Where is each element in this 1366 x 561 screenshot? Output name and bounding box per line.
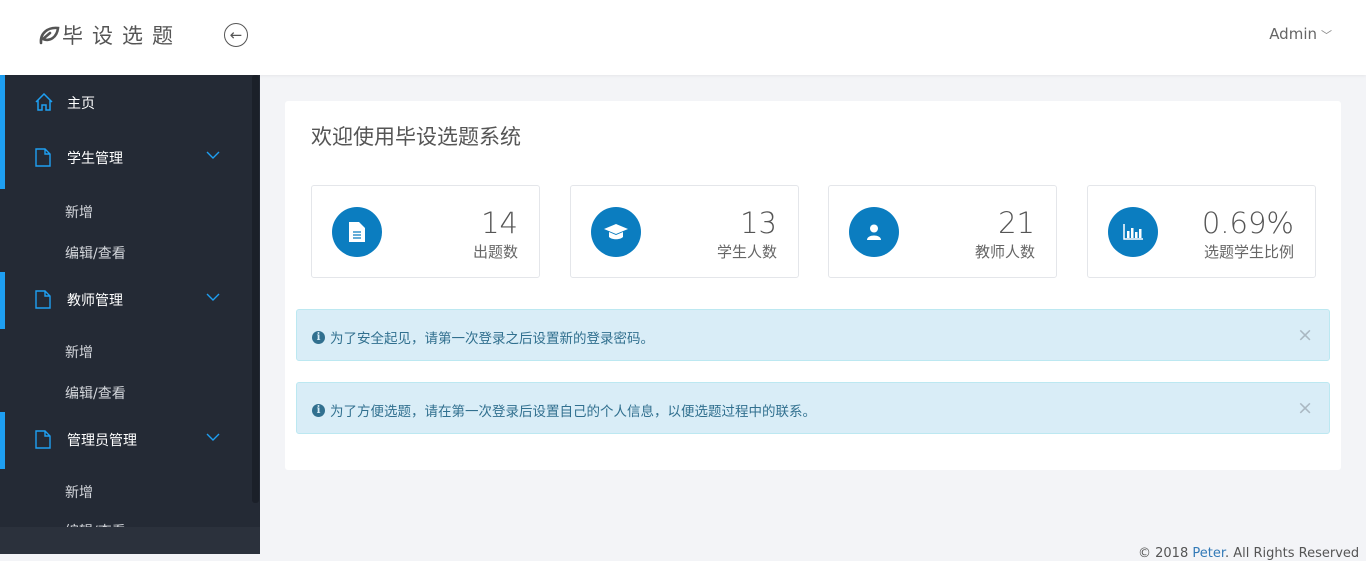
alert-profile: i 为了方便选题，请在第一次登录后设置自己的个人信息，以便选题过程中的联系。 × [296, 382, 1330, 434]
active-indicator [0, 130, 5, 189]
stat-students: 13 学生人数 [570, 185, 799, 278]
sidebar-item-label: 管理员管理 [67, 433, 137, 449]
dashboard-card: 欢迎使用毕设选题系统 14 出题数 13 学生人数 21 教师人数 0.69% … [285, 101, 1341, 470]
sidebar: 主页 学生管理 新增 编辑/查看 教师管理 新增 编辑/查看 管理员管理 新增 … [0, 75, 260, 554]
stat-value: 14 [481, 206, 518, 240]
logo-text: 毕设选题 [62, 24, 182, 48]
chevron-down-icon [206, 293, 220, 301]
arrow-left-icon: ← [229, 26, 243, 44]
document-icon [332, 207, 382, 257]
alert-text: 为了方便选题，请在第一次登录后设置自己的个人信息，以便选题过程中的联系。 [330, 404, 816, 420]
stat-topics: 14 出题数 [311, 185, 540, 278]
user-menu[interactable]: Admin ﹀ [1269, 25, 1332, 43]
sidebar-subitem-admin-add[interactable]: 新增 [65, 482, 93, 502]
active-indicator [0, 75, 5, 132]
stat-label: 学生人数 [716, 243, 777, 261]
active-indicator [0, 412, 5, 469]
header: 毕设选题 ← Admin ﹀ [0, 0, 1366, 75]
sidebar-item-home[interactable]: 主页 [0, 75, 250, 132]
user-icon [849, 207, 899, 257]
info-icon: i [312, 330, 325, 344]
chevron-down-icon [206, 433, 220, 441]
page-title: 欢迎使用毕设选题系统 [311, 125, 521, 149]
stat-teachers: 21 教师人数 [828, 185, 1057, 278]
sidebar-item-students[interactable]: 学生管理 [0, 130, 250, 189]
leaf-logo-icon [39, 26, 60, 45]
stat-value: 0.69% [1201, 206, 1294, 240]
home-icon [35, 93, 53, 111]
sidebar-subitem-teacher-add[interactable]: 新增 [65, 342, 93, 362]
alert-text: 为了安全起见，请第一次登录之后设置新的登录密码。 [330, 331, 654, 347]
logo[interactable]: 毕设选题 [38, 20, 182, 50]
sidebar-item-label: 教师管理 [67, 293, 123, 309]
stat-value: 13 [740, 206, 777, 240]
stat-ratio: 0.69% 选题学生比例 [1087, 185, 1316, 278]
sidebar-subitem-teacher-edit[interactable]: 编辑/查看 [65, 383, 126, 403]
graduation-cap-icon [591, 207, 641, 257]
sidebar-subitem-student-edit[interactable]: 编辑/查看 [65, 243, 126, 263]
sidebar-scrollbar[interactable] [252, 75, 259, 503]
file-icon [35, 430, 51, 449]
alert-password: i 为了安全起见，请第一次登录之后设置新的登录密码。 × [296, 309, 1330, 361]
bar-chart-icon [1108, 207, 1158, 257]
user-name: Admin [1269, 25, 1317, 43]
sidebar-footer [0, 527, 260, 554]
sidebar-subitem-student-add[interactable]: 新增 [65, 202, 93, 222]
stat-label: 出题数 [472, 243, 518, 261]
chevron-down-icon [206, 151, 220, 159]
active-indicator [0, 272, 5, 329]
sidebar-item-label: 主页 [67, 96, 95, 112]
stat-label: 教师人数 [974, 243, 1035, 261]
info-icon: i [312, 403, 325, 417]
stat-value: 21 [998, 206, 1035, 240]
sidebar-item-label: 学生管理 [67, 151, 123, 167]
sidebar-item-admins[interactable]: 管理员管理 [0, 412, 250, 469]
stat-label: 选题学生比例 [1203, 243, 1294, 261]
sidebar-item-teachers[interactable]: 教师管理 [0, 272, 250, 329]
collapse-sidebar-button[interactable]: ← [224, 23, 248, 47]
close-alert-button[interactable]: × [1297, 324, 1313, 346]
file-icon [35, 148, 51, 167]
close-alert-button[interactable]: × [1297, 397, 1313, 419]
chevron-down-icon: ﹀ [1321, 29, 1332, 42]
file-icon [35, 290, 51, 309]
